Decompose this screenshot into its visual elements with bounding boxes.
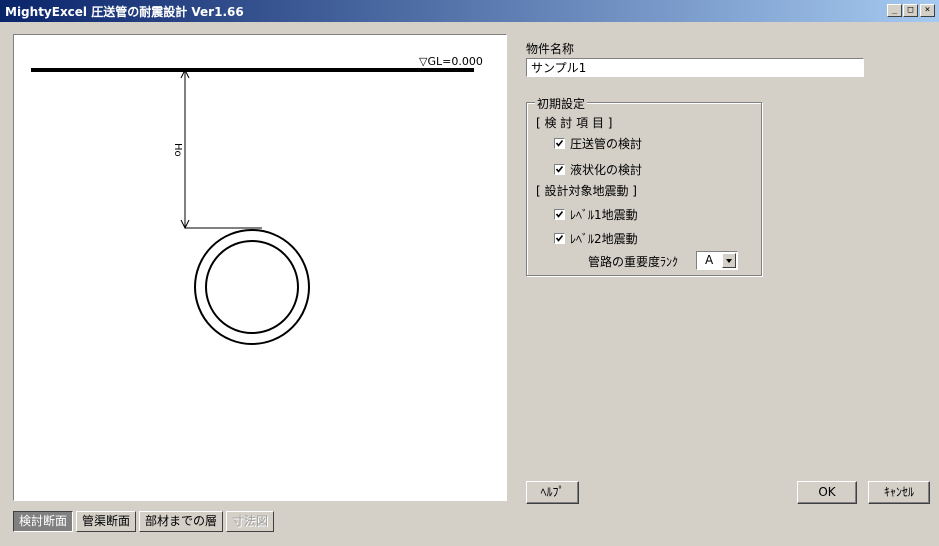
checkbox-label: 液状化の検討	[570, 163, 643, 177]
depth-label: Ho	[172, 143, 183, 157]
help-button[interactable]: ﾍﾙﾌﾟ	[526, 481, 579, 504]
checkbox-label: ﾚﾍﾞﾙ1地震動	[570, 208, 638, 222]
importance-rank-select[interactable]: A	[696, 251, 738, 270]
chevron-down-icon[interactable]	[722, 253, 736, 268]
checkbox-level2-seismic[interactable]: ﾚﾍﾞﾙ2地震動	[554, 230, 638, 247]
tab-inspection-section[interactable]: 検討断面	[13, 511, 74, 532]
pipe-outer-circle	[194, 229, 310, 345]
check-items-heading: [ 検 討 項 目 ]	[536, 116, 613, 130]
checkbox-box[interactable]	[554, 233, 565, 244]
checkbox-box[interactable]	[554, 209, 565, 220]
importance-rank-value: A	[705, 253, 714, 267]
tab-pipe-section[interactable]: 管渠断面	[76, 511, 137, 532]
seismic-heading: [ 設計対象地震動 ]	[536, 184, 637, 198]
title-bar: MightyExcel 圧送管の耐震設計 Ver1.66 _ □ ×	[0, 0, 939, 22]
section-diagram: ▽GL=0.000 Ho	[31, 55, 483, 345]
window-title: MightyExcel 圧送管の耐震設計 Ver1.66	[5, 5, 244, 19]
close-button[interactable]: ×	[920, 4, 935, 17]
checkbox-label: 圧送管の検討	[570, 137, 643, 151]
tab-layers-to-member[interactable]: 部材までの層	[139, 511, 224, 532]
checkbox-label: ﾚﾍﾞﾙ2地震動	[570, 232, 638, 246]
window-controls: _ □ ×	[886, 4, 935, 17]
pipe-inner-circle	[205, 240, 299, 334]
checkbox-box[interactable]	[554, 164, 565, 175]
tab-dimension-drawing[interactable]: 寸法図	[226, 511, 275, 532]
checkbox-level1-seismic[interactable]: ﾚﾍﾞﾙ1地震動	[554, 206, 638, 223]
initial-settings-legend: 初期設定	[535, 95, 588, 112]
importance-rank-label: 管路の重要度ﾗﾝｸ	[588, 255, 679, 269]
check-icon	[555, 166, 564, 173]
view-tabs: 検討断面 管渠断面 部材までの層 寸法図	[13, 511, 275, 532]
check-icon	[555, 235, 564, 242]
maximize-button[interactable]: □	[903, 4, 918, 17]
property-name-input[interactable]	[526, 58, 864, 77]
minimize-button[interactable]: _	[887, 4, 902, 17]
ok-button[interactable]: OK	[797, 481, 857, 504]
checkbox-pressure-pipe[interactable]: 圧送管の検討	[554, 135, 642, 152]
property-name-label: 物件名称	[526, 42, 575, 56]
check-icon	[555, 211, 564, 218]
cancel-button[interactable]: ｷｬﾝｾﾙ	[868, 481, 930, 504]
check-icon	[555, 140, 564, 147]
gl-label: ▽GL=0.000	[419, 55, 483, 68]
checkbox-liquefaction[interactable]: 液状化の検討	[554, 161, 642, 178]
section-diagram-panel: ▽GL=0.000 Ho	[13, 34, 507, 501]
checkbox-box[interactable]	[554, 138, 565, 149]
